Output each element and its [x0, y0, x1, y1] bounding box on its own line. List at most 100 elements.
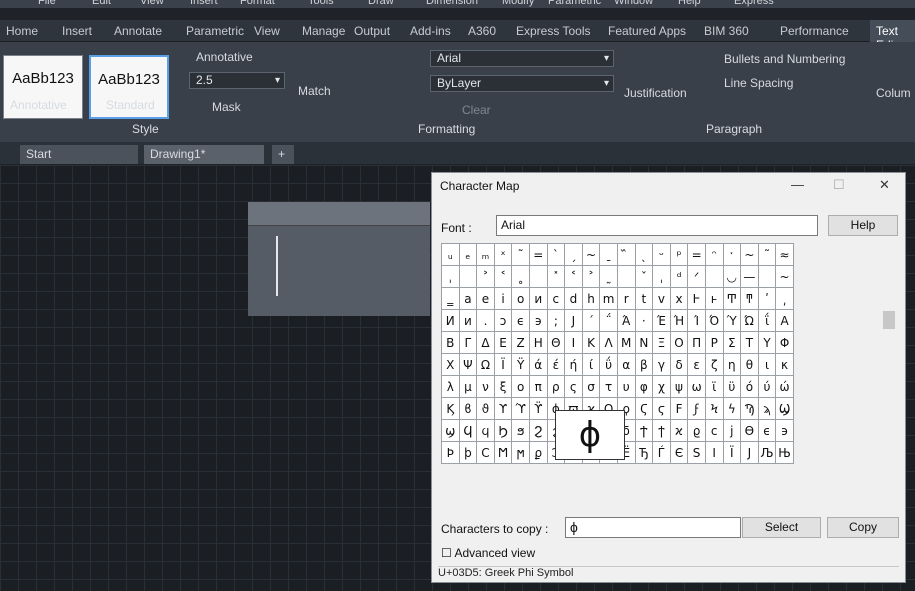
char-cell[interactable] — [704, 265, 724, 288]
char-cell[interactable]: ς — [564, 375, 583, 398]
char-cell[interactable]: ϴ — [740, 419, 759, 442]
columns-button[interactable]: Colum — [876, 86, 911, 100]
char-cell[interactable]: ϳ — [722, 419, 742, 442]
char-cell[interactable]: Ϊ — [493, 353, 513, 376]
char-cell[interactable]: Ω — [476, 353, 495, 376]
char-cell[interactable]: Ϳ — [564, 309, 583, 332]
char-cell[interactable]: Ͳ — [722, 287, 742, 310]
char-cell[interactable]: ◡ — [722, 265, 742, 288]
char-cell[interactable]: Ι — [564, 331, 583, 354]
char-cell[interactable]: ϔ — [528, 397, 548, 420]
char-cell[interactable]: ΐ — [757, 309, 777, 332]
char-cell[interactable]: ˷ — [599, 265, 618, 288]
tab-insert[interactable]: Insert — [62, 24, 92, 38]
char-cell[interactable]: — — [740, 265, 759, 288]
menu-edit[interactable]: Edit — [92, 0, 111, 7]
char-cell[interactable]: Ϯ — [634, 419, 654, 442]
copy-field[interactable]: ϕ — [565, 517, 741, 538]
match-button[interactable]: Match — [298, 84, 331, 98]
tab-featured-apps[interactable]: Featured Apps — [608, 24, 686, 38]
char-cell[interactable]: δ — [669, 353, 689, 376]
menu-dimension[interactable]: Dimension — [426, 0, 478, 7]
char-cell[interactable]: ο — [511, 375, 530, 398]
tab-performance[interactable]: Performance — [780, 24, 849, 38]
char-cell[interactable]: m — [599, 287, 618, 310]
char-cell[interactable]: ʹ — [757, 287, 777, 310]
char-cell[interactable]: ϝ — [687, 397, 706, 420]
char-cell[interactable]: ω — [687, 375, 706, 398]
char-cell[interactable]: φ — [634, 375, 654, 398]
char-cell[interactable]: ˣ — [493, 243, 513, 266]
char-cell[interactable]: Η — [528, 331, 548, 354]
char-cell[interactable]: ˋ — [546, 243, 566, 266]
char-cell[interactable]: ᵈ — [669, 265, 689, 288]
annotative-toggle[interactable]: Annotative — [196, 50, 253, 64]
char-cell[interactable]: θ — [740, 353, 759, 376]
char-cell[interactable]: r — [616, 287, 636, 310]
char-cell[interactable]: ͵ — [775, 287, 794, 310]
color-combo[interactable]: ByLayer — [430, 75, 614, 92]
menu-modify[interactable]: Modify — [502, 0, 534, 7]
char-cell[interactable]: ι — [757, 353, 777, 376]
char-cell[interactable]: h — [581, 287, 601, 310]
char-cell[interactable]: Θ — [546, 331, 566, 354]
menu-view[interactable]: View — [140, 0, 164, 7]
char-cell[interactable]: κ — [775, 353, 794, 376]
char-cell[interactable]: ΄ — [581, 309, 601, 332]
char-cell[interactable]: ᵤ — [441, 243, 460, 266]
new-tab-button[interactable]: + — [272, 145, 294, 164]
char-cell[interactable]: и — [458, 309, 478, 332]
char-cell[interactable]: ϐ — [458, 397, 478, 420]
char-cell[interactable]: ˂ — [564, 265, 583, 288]
char-cell[interactable]: γ — [652, 353, 671, 376]
char-cell[interactable]: Њ — [775, 441, 794, 464]
char-cell[interactable]: ˜ — [757, 243, 777, 266]
char-cell[interactable]: x — [669, 287, 689, 310]
char-cell[interactable]: Ϡ — [740, 397, 759, 420]
char-cell[interactable]: ϵ — [757, 419, 777, 442]
char-cell[interactable]: t — [634, 287, 654, 310]
char-cell[interactable]: ϒ — [493, 397, 513, 420]
char-cell[interactable]: Ї — [722, 441, 742, 464]
char-cell[interactable] — [458, 265, 478, 288]
char-cell[interactable]: Π — [687, 331, 706, 354]
char-cell[interactable]: ᵔ — [704, 243, 724, 266]
char-cell[interactable]: Ο — [669, 331, 689, 354]
char-cell[interactable]: ϛ — [652, 397, 671, 420]
close-icon[interactable]: ✕ — [879, 177, 890, 193]
char-cell[interactable]: Ε — [493, 331, 513, 354]
char-cell[interactable]: ϋ — [722, 375, 742, 398]
char-cell[interactable]: Ϋ — [511, 353, 530, 376]
char-cell[interactable]: χ — [652, 375, 671, 398]
char-cell[interactable]: υ — [616, 375, 636, 398]
tab-home[interactable]: Home — [6, 24, 38, 38]
font-combo[interactable]: Arial — [430, 50, 614, 67]
char-cell[interactable]: Ͱ — [687, 287, 706, 310]
tab-a360[interactable]: A360 — [468, 24, 496, 38]
char-cell[interactable]: ρ — [546, 375, 566, 398]
char-cell[interactable]: ώ — [775, 375, 794, 398]
char-cell[interactable]: ≈ — [775, 243, 794, 266]
char-cell[interactable]: Μ — [616, 331, 636, 354]
char-cell[interactable]: Ϧ — [493, 419, 513, 442]
char-cell[interactable] — [616, 265, 636, 288]
char-cell[interactable]: ϱ — [687, 419, 706, 442]
grid-scrollbar[interactable] — [881, 241, 897, 489]
char-cell[interactable]: . — [476, 309, 495, 332]
char-cell[interactable]: Γ — [458, 331, 478, 354]
char-cell[interactable]: α — [616, 353, 636, 376]
char-cell[interactable]: ψ — [669, 375, 689, 398]
tab-annotate[interactable]: Annotate — [114, 24, 162, 38]
clear-button[interactable]: Clear — [462, 103, 491, 117]
char-cell[interactable]: и — [528, 287, 548, 310]
char-cell[interactable]: ᷈ — [616, 243, 636, 266]
scroll-thumb[interactable] — [883, 311, 895, 329]
char-cell[interactable]: ϟ — [722, 397, 742, 420]
tab-view[interactable]: View — [254, 24, 280, 38]
char-cell[interactable]: ζ — [704, 353, 724, 376]
char-cell[interactable]: τ — [599, 375, 618, 398]
char-cell[interactable]: ϵ — [511, 309, 530, 332]
help-button[interactable]: Help — [828, 215, 898, 236]
char-cell[interactable]: ϑ — [476, 397, 495, 420]
char-cell[interactable]: ~ — [581, 243, 601, 266]
